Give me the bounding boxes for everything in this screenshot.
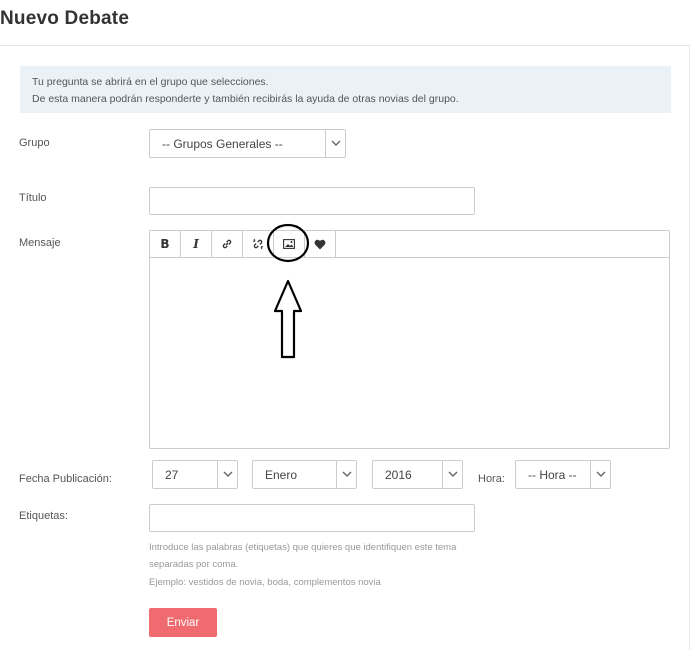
month-select[interactable]: Enero bbox=[252, 460, 357, 489]
editor-toolbar: B I bbox=[150, 231, 669, 258]
titulo-label: Título bbox=[19, 192, 47, 204]
hora-select[interactable]: -- Hora -- bbox=[515, 460, 611, 489]
mensaje-label: Mensaje bbox=[19, 237, 61, 249]
italic-button[interactable]: I bbox=[181, 231, 212, 257]
etiquetas-label: Etiquetas: bbox=[19, 510, 68, 522]
page-title: Nuevo Debate bbox=[0, 8, 130, 29]
etiquetas-input[interactable] bbox=[149, 504, 475, 532]
chevron-down-icon bbox=[590, 461, 610, 488]
fecha-label: Fecha Publicación: bbox=[19, 473, 112, 485]
info-line-2: De esta manera podrán responderte y tamb… bbox=[32, 93, 459, 105]
chevron-down-icon bbox=[442, 461, 462, 488]
month-select-value: Enero bbox=[265, 467, 298, 482]
day-select-value: 27 bbox=[165, 467, 179, 482]
grupo-label: Grupo bbox=[19, 137, 50, 149]
info-box: Tu pregunta se abrirá en el grupo que se… bbox=[20, 66, 671, 113]
message-editor: B I bbox=[149, 230, 670, 449]
chevron-down-icon bbox=[217, 461, 237, 488]
day-select[interactable]: 27 bbox=[152, 460, 238, 489]
bold-button[interactable]: B bbox=[150, 231, 181, 257]
etiquetas-help-2: separadas por coma. bbox=[149, 559, 239, 570]
grupo-select-value: -- Grupos Generales -- bbox=[162, 136, 283, 151]
hora-select-value: -- Hora -- bbox=[528, 467, 577, 482]
link-icon bbox=[222, 239, 232, 249]
year-select-value: 2016 bbox=[385, 467, 412, 482]
etiquetas-help-3: Ejemplo: vestidos de novia, boda, comple… bbox=[149, 577, 381, 588]
hora-label: Hora: bbox=[478, 473, 505, 485]
link-button[interactable] bbox=[212, 231, 243, 257]
etiquetas-help-1: Introduce las palabras (etiquetas) que q… bbox=[149, 542, 457, 553]
year-select[interactable]: 2016 bbox=[372, 460, 463, 489]
message-textarea[interactable] bbox=[150, 258, 669, 448]
chevron-down-icon bbox=[325, 130, 345, 157]
info-line-1: Tu pregunta se abrirá en el grupo que se… bbox=[32, 76, 269, 88]
submit-button[interactable]: Enviar bbox=[149, 608, 217, 637]
titulo-input[interactable] bbox=[149, 187, 475, 215]
chevron-down-icon bbox=[336, 461, 356, 488]
annotation-arrow bbox=[266, 223, 310, 359]
grupo-select[interactable]: -- Grupos Generales -- bbox=[149, 129, 346, 158]
